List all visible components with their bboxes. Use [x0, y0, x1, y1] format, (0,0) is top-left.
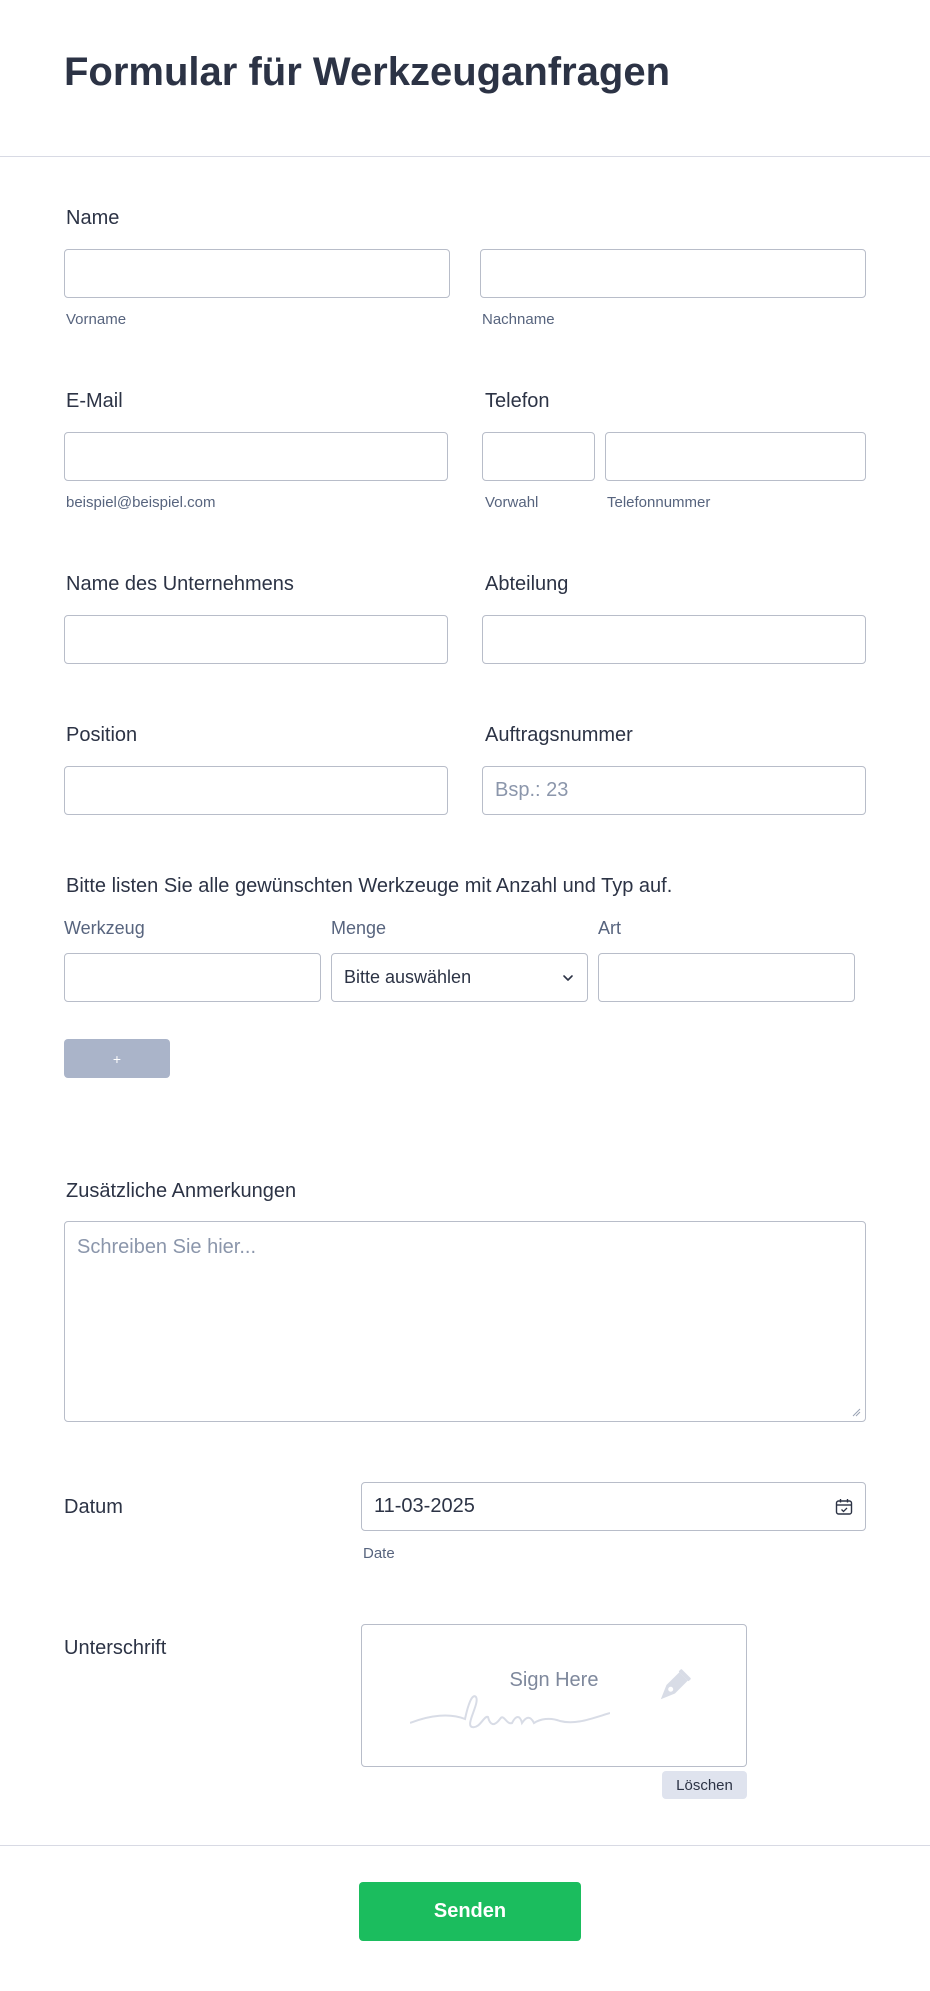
- order-number-label: Auftragsnummer: [485, 724, 633, 746]
- header-divider: [0, 156, 930, 157]
- quantity-select[interactable]: Bitte auswählen: [331, 953, 588, 1002]
- order-number-input[interactable]: [482, 766, 866, 815]
- type-column-header: Art: [598, 918, 622, 938]
- first-name-input[interactable]: [64, 249, 450, 298]
- first-name-sublabel: Vorname: [66, 311, 127, 328]
- position-input[interactable]: [64, 766, 448, 815]
- signature-label: Unterschrift: [64, 1637, 167, 1659]
- tools-question: Bitte listen Sie alle gewünschten Werkze…: [66, 875, 673, 897]
- department-input[interactable]: [482, 615, 866, 664]
- tool-input[interactable]: [64, 953, 321, 1002]
- submit-label: Senden: [433, 1900, 507, 1922]
- footer-divider: [0, 1845, 930, 1846]
- position-label: Position: [66, 724, 138, 746]
- email-label: E-Mail: [66, 390, 123, 412]
- calendar-icon[interactable]: [835, 1498, 853, 1516]
- name-label: Name: [66, 207, 120, 229]
- tools-column-header: Werkzeug: [64, 918, 145, 938]
- clear-signature-button[interactable]: Löschen: [662, 1771, 747, 1799]
- notes-placeholder: Schreiben Sie hier...: [77, 1236, 256, 1258]
- last-name-sublabel: Nachname: [482, 311, 555, 328]
- type-input[interactable]: [598, 953, 855, 1002]
- phone-number-input[interactable]: [605, 432, 866, 481]
- add-row-label: +: [112, 1050, 122, 1067]
- date-input[interactable]: 11-03-2025: [361, 1482, 866, 1531]
- phone-label: Telefon: [485, 390, 550, 412]
- email-sublabel: beispiel@beispiel.com: [66, 494, 216, 511]
- quantity-column-header: Menge: [331, 918, 387, 938]
- quantity-selected-value: Bitte auswählen: [344, 967, 472, 987]
- area-code-sublabel: Vorwahl: [485, 494, 539, 511]
- phone-number-sublabel: Telefonnummer: [607, 494, 711, 511]
- signature-pad[interactable]: Sign Here: [361, 1624, 747, 1767]
- notes-label: Zusätzliche Anmerkungen: [66, 1180, 297, 1202]
- department-label: Abteilung: [485, 573, 569, 595]
- last-name-input[interactable]: [480, 249, 866, 298]
- date-label: Datum: [64, 1496, 123, 1518]
- notes-textarea[interactable]: Schreiben Sie hier...: [64, 1221, 866, 1422]
- pen-icon: [660, 1669, 691, 1700]
- resize-handle-icon[interactable]: [851, 1407, 861, 1417]
- form-title: Formular für Werkzeuganfragen: [64, 50, 671, 94]
- clear-signature-label: Löschen: [676, 1776, 733, 1794]
- signature-scribble-icon: [410, 1695, 610, 1729]
- company-input[interactable]: [64, 615, 448, 664]
- add-row-button[interactable]: +: [64, 1039, 170, 1078]
- submit-button[interactable]: Senden: [359, 1882, 581, 1941]
- company-label: Name des Unternehmens: [66, 573, 294, 595]
- area-code-input[interactable]: [482, 432, 595, 481]
- date-value: 11-03-2025: [374, 1495, 475, 1517]
- date-sublabel: Date: [363, 1545, 395, 1562]
- chevron-down-icon: [563, 974, 573, 981]
- email-input[interactable]: [64, 432, 448, 481]
